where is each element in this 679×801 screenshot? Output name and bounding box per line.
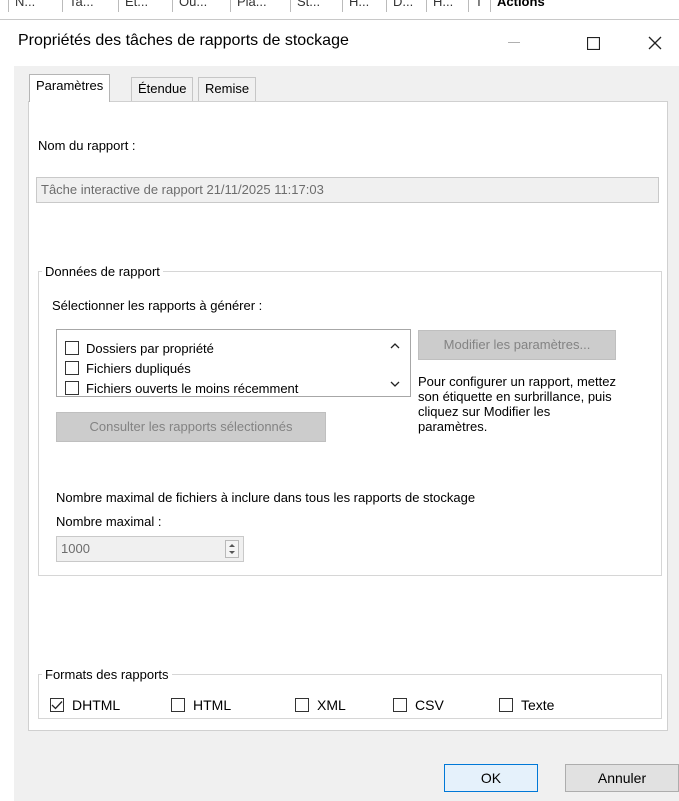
list-item[interactable]: Fichiers ouverts le moins récemment	[65, 379, 299, 396]
reports-listbox[interactable]: Dossiers par propriété Fichiers dupliqué…	[56, 329, 411, 397]
bg-column-header: H...	[342, 0, 375, 12]
checkmark-icon	[51, 701, 63, 710]
bg-column-header: Et...	[118, 0, 154, 12]
report-label: Fichiers ouverts le moins récemment	[86, 380, 299, 396]
view-selected-reports-button[interactable]: Consulter les rapports sélectionnés	[56, 412, 326, 442]
bg-column-header: T	[468, 0, 489, 12]
format-xml[interactable]: XML	[295, 697, 346, 713]
maximize-button[interactable]	[570, 20, 616, 66]
format-checkbox[interactable]	[393, 698, 407, 712]
cancel-button[interactable]: Annuler	[565, 764, 679, 792]
select-reports-label: Sélectionner les rapports à générer :	[52, 298, 263, 313]
max-number-label: Nombre maximal :	[56, 514, 162, 529]
report-checkbox[interactable]	[65, 381, 79, 395]
report-formats-group: Formats des rapports	[38, 667, 662, 719]
bg-column-header: Ou...	[172, 0, 213, 12]
ok-button[interactable]: OK	[444, 764, 538, 792]
format-html[interactable]: HTML	[171, 697, 231, 713]
scroll-down-button[interactable]	[385, 375, 405, 393]
tab-parametres[interactable]: Paramètres	[29, 74, 111, 102]
spin-buttons[interactable]	[225, 540, 239, 558]
bg-column-header: Ta...	[62, 0, 100, 12]
close-icon	[648, 36, 662, 50]
report-checkbox[interactable]	[65, 341, 79, 355]
configure-help-text: Pour configurer un rapport, mettez son é…	[418, 374, 616, 434]
chevron-down-icon	[390, 381, 400, 387]
format-label: CSV	[415, 697, 444, 713]
max-files-label: Nombre maximal de fichiers à inclure dan…	[56, 490, 476, 505]
tab-remise[interactable]: Remise	[198, 77, 257, 101]
format-checkbox[interactable]	[171, 698, 185, 712]
close-button[interactable]	[632, 20, 678, 66]
report-label: Fichiers dupliqués	[86, 360, 191, 376]
minimize-button[interactable]	[491, 20, 537, 66]
format-label: DHTML	[72, 697, 121, 713]
format-checkbox[interactable]	[50, 698, 64, 712]
tab-etendue[interactable]: Étendue	[131, 77, 194, 101]
scroll-up-button[interactable]	[385, 337, 405, 355]
chevron-up-icon	[390, 343, 400, 349]
spin-arrows-icon	[229, 544, 235, 554]
format-csv[interactable]: CSV	[393, 697, 444, 713]
format-label: Texte	[521, 697, 555, 713]
format-dhtml[interactable]: DHTML	[50, 697, 120, 713]
format-checkbox[interactable]	[499, 698, 513, 712]
bg-column-header-actions: Actions	[490, 0, 551, 12]
minimize-icon	[508, 42, 520, 43]
format-texte[interactable]: Texte	[499, 697, 554, 713]
format-label: HTML	[193, 697, 232, 713]
list-item[interactable]: Dossiers par propriété	[65, 339, 214, 357]
report-name-field[interactable]: Tâche interactive de rapport 21/11/2025 …	[36, 177, 659, 203]
bg-column-header: H...	[426, 0, 459, 12]
report-formats-legend: Formats des rapports	[45, 667, 169, 682]
bg-column-header: St...	[290, 0, 326, 12]
bg-column-header: N...	[8, 0, 41, 12]
list-item[interactable]: Fichiers dupliqués	[65, 359, 191, 377]
report-label: Dossiers par propriété	[86, 340, 214, 356]
maximize-icon	[586, 36, 600, 50]
dialog-title: Propriétés des tâches de rapports de sto…	[18, 32, 349, 49]
report-data-legend: Données de rapport	[45, 264, 160, 279]
format-label: XML	[317, 697, 346, 713]
max-number-value: 1000	[61, 541, 90, 556]
modify-settings-button[interactable]: Modifier les paramètres...	[418, 330, 616, 360]
report-name-label: Nom du rapport :	[38, 138, 136, 153]
bg-column-header: D...	[386, 0, 419, 12]
max-number-stepper[interactable]: 1000	[56, 536, 244, 562]
bg-column-header: Pla...	[230, 0, 273, 12]
report-checkbox[interactable]	[65, 361, 79, 375]
background-table-header: N... Ta... Et... Ou... Pla... St... H...…	[0, 0, 679, 20]
format-checkbox[interactable]	[295, 698, 309, 712]
